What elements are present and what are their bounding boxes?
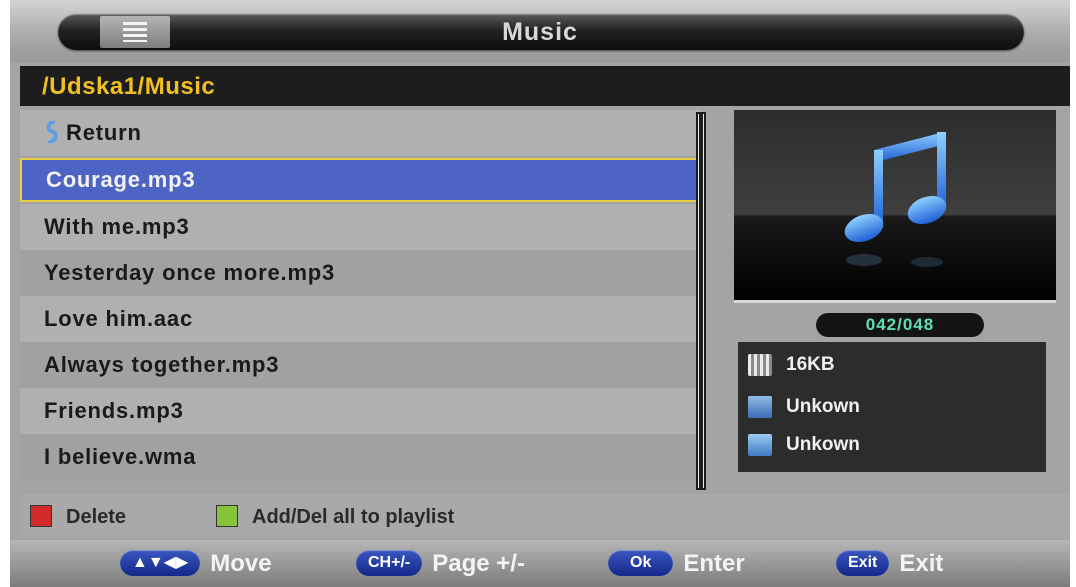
breadcrumb: /Udska1/Music [20, 66, 1070, 106]
file-name: Friends.mp3 [44, 398, 184, 423]
color-key-legend: Delete Add/Del all to playlist [20, 494, 1070, 538]
file-size-row: 16KB [748, 350, 835, 380]
page-hint: CH+/- Page +/- [356, 546, 525, 582]
file-name: Yesterday once more.mp3 [44, 260, 336, 285]
return-arrow-icon [46, 121, 58, 144]
list-item[interactable]: Always together.mp3 [20, 342, 702, 388]
album-value: Unkown [786, 434, 860, 455]
file-list: Return Courage.mp3 With me.mp3 Yesterday… [20, 110, 702, 490]
list-item[interactable]: I believe.wma [20, 434, 702, 480]
list-item[interactable]: Friends.mp3 [20, 388, 702, 434]
file-size-icon [748, 353, 772, 376]
help-bar: ▲▼◀▶ Move CH+/- Page +/- Ok Enter Exit Exit [10, 540, 1070, 587]
exit-hint: Exit Exit [836, 546, 943, 582]
list-item[interactable]: With me.mp3 [20, 204, 702, 250]
page-title: Music [502, 18, 578, 46]
exit-label: Exit [899, 550, 944, 577]
add-del-all-label: Add/Del all to playlist [252, 506, 455, 528]
artist-value: Unkown [786, 396, 860, 417]
artist-row: Unkown [748, 392, 860, 422]
return-label: Return [66, 120, 142, 145]
title-bar: Music [10, 0, 1070, 62]
list-item[interactable]: Yesterday once more.mp3 [20, 250, 702, 296]
move-hint: ▲▼◀▶ Move [120, 546, 272, 582]
folder-path: /Udska1/Music [42, 73, 216, 100]
scrollbar-thumb[interactable] [699, 114, 703, 488]
file-name: Always together.mp3 [44, 352, 280, 377]
disc-icon [748, 433, 772, 456]
add-del-all-hint[interactable]: Add/Del all to playlist [216, 494, 454, 538]
preview-thumbnail [734, 110, 1056, 303]
list-item[interactable]: Courage.mp3 [20, 158, 702, 202]
file-name: Courage.mp3 [46, 167, 196, 192]
red-key-icon [30, 504, 52, 527]
file-size-value: 16KB [786, 354, 835, 375]
music-browser-screen: Music /Udska1/Music Return Courage.mp3 W… [10, 0, 1070, 587]
person-icon [748, 395, 772, 418]
file-info-box: 16KB Unkown Unkown [738, 342, 1046, 472]
file-name: With me.mp3 [44, 214, 190, 239]
page-label: Page +/- [432, 550, 525, 577]
ok-key-icon: Ok [608, 549, 674, 576]
album-row: Unkown [748, 430, 860, 460]
list-scrollbar[interactable] [696, 112, 706, 490]
return-item[interactable]: Return [20, 110, 702, 156]
music-note-icon [844, 132, 947, 267]
exit-key-icon: Exit [836, 549, 890, 576]
delete-hint[interactable]: Delete [30, 494, 126, 538]
move-label: Move [210, 550, 272, 577]
green-key-icon [216, 504, 238, 527]
list-item[interactable]: Love him.aac [20, 296, 702, 342]
arrow-keys-icon: ▲▼◀▶ [120, 549, 201, 576]
file-name: I believe.wma [44, 444, 197, 469]
track-counter: 042/048 [816, 313, 984, 337]
file-name: Love him.aac [44, 306, 193, 331]
enter-label: Enter [683, 550, 745, 577]
enter-hint: Ok Enter [608, 546, 745, 582]
ch-key-icon: CH+/- [356, 549, 423, 576]
delete-label: Delete [66, 506, 127, 528]
